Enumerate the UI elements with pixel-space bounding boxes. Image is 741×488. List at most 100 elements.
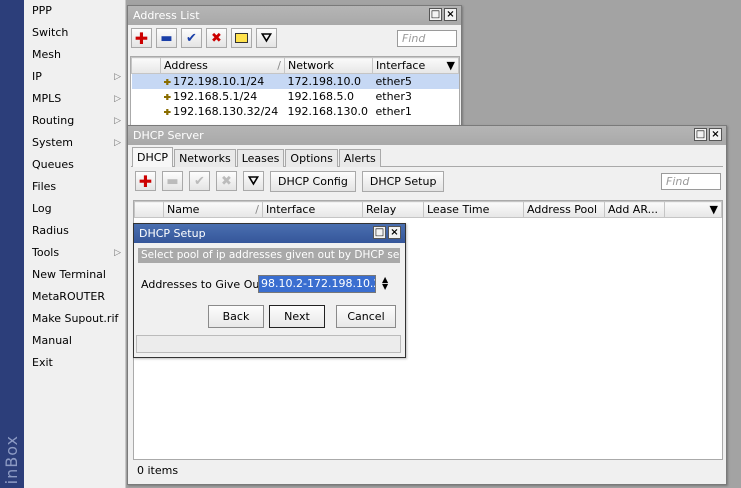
dhcp-config-button[interactable]: DHCP Config	[270, 170, 356, 192]
dhcp-filter-button[interactable]: ⛛	[243, 171, 264, 191]
address-list-title: Address List	[133, 9, 200, 22]
dhcp-setup-title: DHCP Setup	[139, 227, 206, 240]
dhcp-setup-titlebar[interactable]: DHCP Setup □ ×	[134, 224, 405, 243]
sidebar-item-exit[interactable]: Exit	[24, 352, 125, 374]
plus-icon: ✚	[134, 28, 149, 48]
check-icon: ✔	[186, 30, 197, 46]
filter-icon: ⛛	[261, 30, 272, 46]
setup-message: Select pool of ip addresses given out by…	[138, 248, 400, 263]
maximize-icon[interactable]: □	[429, 8, 442, 21]
remove-button[interactable]: ▬	[156, 28, 177, 48]
sidebar-item-switch[interactable]: Switch	[24, 22, 125, 44]
address-list-titlebar[interactable]: Address List □ ×	[128, 6, 461, 25]
dhcp-disable-button[interactable]: ✖	[216, 171, 237, 191]
sidebar-item-make-supout-rif[interactable]: Make Supout.rif	[24, 308, 125, 330]
sidebar-item-mpls[interactable]: MPLS ▷	[24, 88, 125, 110]
col-address[interactable]: Address /	[160, 57, 285, 74]
sidebar-item-tools[interactable]: Tools ▷	[24, 242, 125, 264]
back-button[interactable]: Back	[208, 305, 264, 328]
sidebar-item-label: Tools	[32, 246, 60, 259]
comment-button[interactable]	[231, 28, 252, 48]
cell-interface: ether1	[375, 105, 412, 118]
cross-icon: ✖	[221, 173, 232, 189]
sidebar-item-label: Radius	[32, 224, 69, 237]
addresses-value: 98.10.2-172.198.10.254	[259, 276, 375, 292]
sidebar-item-ip[interactable]: IP ▷	[24, 66, 125, 88]
sidebar-item-log[interactable]: Log	[24, 198, 125, 220]
address-icon: 🞧	[163, 92, 172, 103]
next-button[interactable]: Next	[269, 305, 325, 328]
sidebar-item-label: Exit	[32, 356, 53, 369]
col-address-pool[interactable]: Address Pool	[523, 201, 605, 218]
sidebar-item-metarouter[interactable]: MetaROUTER	[24, 286, 125, 308]
col-interface[interactable]: Interface ▼	[372, 57, 459, 74]
sidebar-item-mesh[interactable]: Mesh	[24, 44, 125, 66]
dhcp-find-input[interactable]: Find	[661, 173, 721, 190]
minus-icon: ▬	[166, 173, 179, 189]
dhcp-status: 0 items	[137, 464, 179, 477]
maximize-icon[interactable]: □	[694, 128, 707, 141]
col-menu[interactable]: ▼	[664, 201, 722, 218]
sidebar-item-label: Queues	[32, 158, 74, 171]
add-button[interactable]: ✚	[131, 28, 152, 48]
col-name[interactable]: Name /	[163, 201, 263, 218]
cell-address: 🞧 172.198.10.1/24	[160, 73, 285, 89]
address-icon: 🞧	[163, 107, 172, 118]
sidebar-item-new-terminal[interactable]: New Terminal	[24, 264, 125, 286]
col-lease-time[interactable]: Lease Time	[423, 201, 524, 218]
col-interface[interactable]: Interface	[262, 201, 363, 218]
dhcp-remove-button[interactable]: ▬	[162, 171, 183, 191]
table-row[interactable]: 🞧 192.168.130.32/24 192.168.130.0 ether1	[132, 104, 459, 119]
table-row[interactable]: 🞧 172.198.10.1/24 172.198.10.0 ether5	[131, 73, 459, 89]
check-icon: ✔	[194, 173, 205, 189]
maximize-icon[interactable]: □	[373, 226, 386, 239]
sidebar-item-label: Make Supout.rif	[32, 312, 119, 325]
addresses-field[interactable]: 98.10.2-172.198.10.254	[258, 275, 376, 293]
close-icon[interactable]: ×	[388, 226, 401, 239]
filter-icon: ⛛	[248, 173, 259, 189]
sidebar-item-system[interactable]: System ▷	[24, 132, 125, 154]
dhcp-tabs: DHCP Networks Leases Options Alerts	[128, 145, 726, 167]
addresses-label: Addresses to Give Out:	[141, 278, 268, 291]
sidebar-item-queues[interactable]: Queues	[24, 154, 125, 176]
table-row[interactable]: 🞧 192.168.5.1/24 192.168.5.0 ether3	[132, 89, 459, 104]
sidebar-item-radius[interactable]: Radius	[24, 220, 125, 242]
col-relay[interactable]: Relay	[362, 201, 424, 218]
col-network[interactable]: Network	[284, 57, 373, 74]
submenu-arrow-icon: ▷	[114, 248, 121, 258]
sidebar-item-manual[interactable]: Manual	[24, 330, 125, 352]
cell-interface: ether5	[372, 73, 459, 89]
sidebar-item-label: PPP	[32, 4, 52, 17]
tab-options[interactable]: Options	[285, 149, 338, 167]
dhcp-add-button[interactable]: ✚	[135, 171, 156, 191]
tab-leases[interactable]: Leases	[236, 149, 285, 167]
spinner-icon[interactable]: ▲ ▼	[382, 276, 388, 291]
minus-icon: ▬	[160, 30, 173, 46]
cancel-button[interactable]: Cancel	[336, 305, 396, 328]
dhcp-setup-button[interactable]: DHCP Setup	[361, 170, 445, 192]
close-icon[interactable]: ×	[444, 8, 457, 21]
sidebar-item-label: MetaROUTER	[32, 290, 105, 303]
sidebar-item-label: IP	[32, 70, 42, 83]
submenu-arrow-icon: ▷	[114, 94, 121, 104]
dhcp-server-titlebar[interactable]: DHCP Server □ ×	[128, 126, 726, 145]
col-add-arp[interactable]: Add AR...	[604, 201, 665, 218]
filter-button[interactable]: ⛛	[256, 28, 277, 48]
sidebar-item-routing[interactable]: Routing ▷	[24, 110, 125, 132]
sidebar-item-label: Manual	[32, 334, 72, 347]
tab-dhcp[interactable]: DHCP	[132, 147, 174, 167]
sidebar-item-label: Routing	[32, 114, 75, 127]
tab-networks[interactable]: Networks	[174, 149, 236, 167]
cell-address: 🞧 192.168.130.32/24	[163, 105, 279, 118]
close-icon[interactable]: ×	[709, 128, 722, 141]
dhcp-enable-button[interactable]: ✔	[189, 171, 210, 191]
sidebar-item-ppp[interactable]: PPP	[24, 0, 125, 22]
enable-button[interactable]: ✔	[181, 28, 202, 48]
row-spacer	[132, 89, 161, 104]
disable-button[interactable]: ✖	[206, 28, 227, 48]
submenu-arrow-icon: ▷	[114, 116, 121, 126]
sidebar-item-files[interactable]: Files	[24, 176, 125, 198]
dialog-status-bar	[136, 335, 401, 353]
tab-alerts[interactable]: Alerts	[338, 149, 381, 167]
address-find-input[interactable]: Find	[397, 30, 457, 47]
